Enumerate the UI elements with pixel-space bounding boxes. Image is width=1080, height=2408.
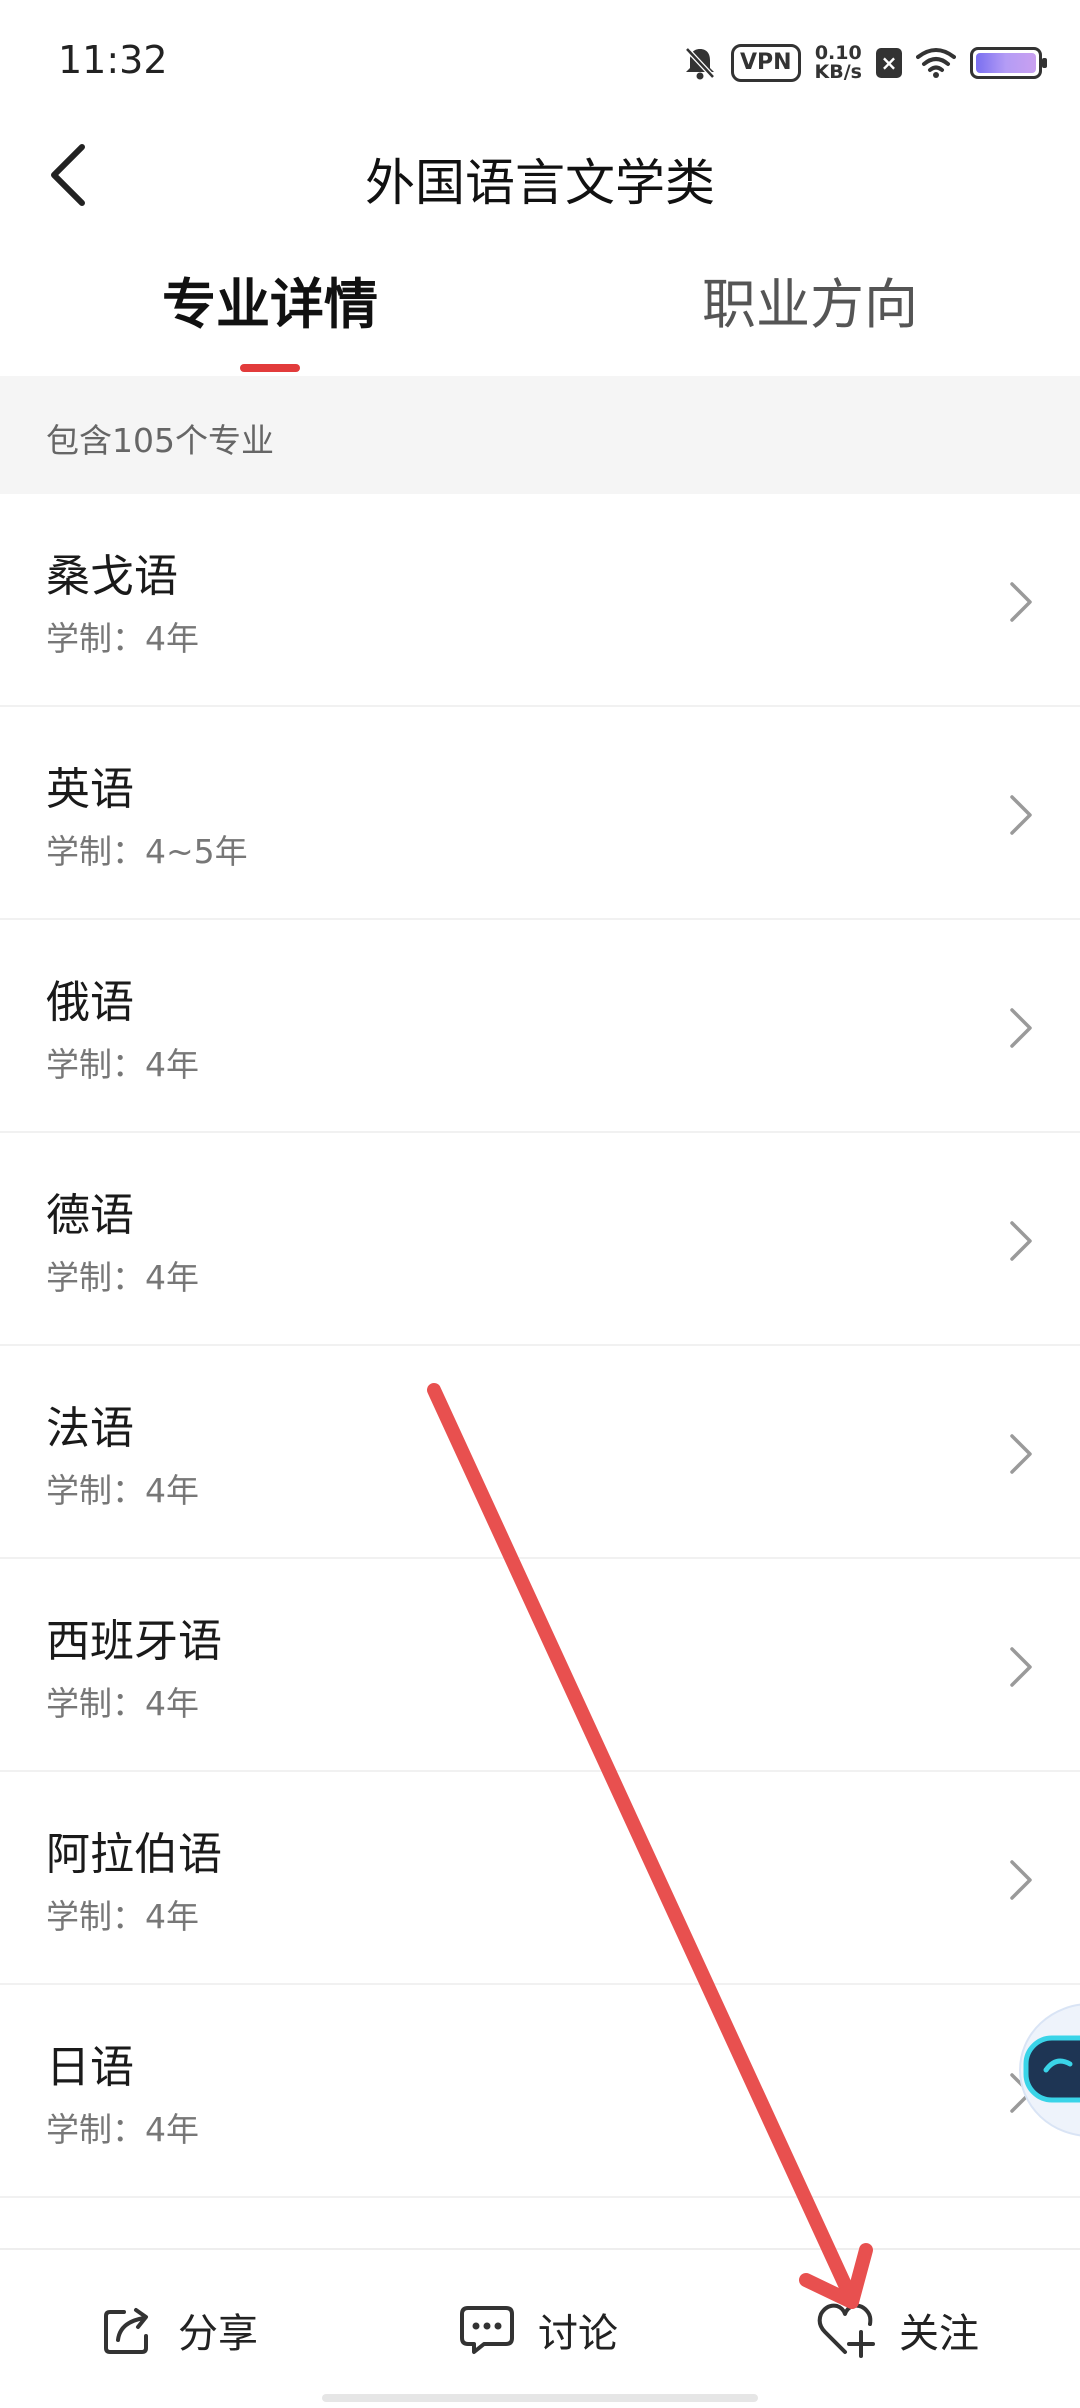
chevron-right-icon — [1010, 1860, 1032, 1900]
chevron-right-icon — [1010, 1221, 1032, 1261]
list-item[interactable]: 阿拉伯语 学制：4年 — [0, 1772, 1080, 1985]
chevron-right-icon — [1010, 795, 1032, 835]
robot-mascot-icon — [1019, 2003, 1080, 2137]
follow-label: 关注 — [899, 2311, 979, 2357]
list-item[interactable]: 法语 学制：4年 — [0, 1346, 1080, 1559]
chevron-right-icon — [1010, 1647, 1032, 1687]
major-name: 日语 — [46, 2042, 134, 2093]
header: 外国语言文学类 — [0, 125, 1080, 225]
major-name: 阿拉伯语 — [46, 1829, 222, 1880]
major-name: 桑戈语 — [46, 551, 178, 602]
assistant-mascot-button[interactable] — [1012, 1990, 1080, 2150]
list-item[interactable]: 英语 学制：4~5年 — [0, 707, 1080, 920]
list-item[interactable]: 日语 学制：4年 — [0, 1985, 1080, 2198]
discuss-button[interactable]: 讨论 — [458, 2300, 618, 2360]
network-speed: 0.10 KB/s — [815, 44, 862, 82]
follow-button[interactable]: 关注 — [815, 2300, 979, 2360]
chat-bubble-icon — [460, 2306, 514, 2354]
major-duration: 学制：4年 — [46, 1471, 199, 1510]
major-duration: 学制：4年 — [46, 619, 199, 658]
list-item[interactable]: 桑戈语 学制：4年 — [0, 494, 1080, 707]
major-duration: 学制：4~5年 — [46, 832, 248, 871]
bottom-action-bar: 分享 讨论 关注 — [0, 2248, 1080, 2408]
major-duration: 学制：4年 — [46, 1684, 199, 1723]
share-icon — [104, 2308, 148, 2354]
major-duration: 学制：4年 — [46, 1258, 199, 1297]
major-list: 桑戈语 学制：4年 英语 学制：4~5年 俄语 学制：4年 德语 学制：4年 法… — [0, 494, 1080, 2198]
major-count-text: 包含105个专业 — [46, 421, 274, 460]
vpn-icon: VPN — [730, 44, 801, 82]
bell-off-icon — [685, 47, 715, 80]
active-tab-indicator — [240, 364, 300, 372]
share-button[interactable]: 分享 — [100, 2300, 258, 2360]
major-duration: 学制：4年 — [46, 1897, 199, 1936]
home-indicator — [322, 2394, 758, 2402]
major-name: 英语 — [46, 764, 134, 815]
tab-career-direction[interactable]: 职业方向 — [650, 260, 970, 375]
network-speed-unit: KB/s — [814, 61, 862, 83]
share-label: 分享 — [178, 2311, 258, 2357]
status-icons: VPN 0.10 KB/s × — [683, 40, 1047, 86]
list-item[interactable]: 德语 学制：4年 — [0, 1133, 1080, 1346]
major-duration: 学制：4年 — [46, 1045, 199, 1084]
status-time: 11:32 — [58, 38, 168, 82]
x-icon: × — [876, 48, 902, 78]
battery-icon — [970, 47, 1047, 79]
wifi-icon — [916, 48, 956, 78]
list-item[interactable]: 俄语 学制：4年 — [0, 920, 1080, 1133]
major-name: 法语 — [46, 1403, 134, 1454]
list-item[interactable]: 西班牙语 学制：4年 — [0, 1559, 1080, 1772]
major-name: 俄语 — [46, 977, 134, 1028]
tab-major-details[interactable]: 专业详情 — [110, 260, 430, 375]
chevron-right-icon — [1010, 1434, 1032, 1474]
discuss-label: 讨论 — [538, 2311, 618, 2357]
major-duration: 学制：4年 — [46, 2110, 199, 2149]
major-name: 德语 — [46, 1190, 134, 1241]
status-bar: 11:32 VPN 0.10 KB/s × — [0, 0, 1080, 125]
page-title: 外国语言文学类 — [365, 154, 715, 212]
tab-bar: 专业详情 职业方向 — [0, 260, 1080, 375]
major-name: 西班牙语 — [46, 1616, 222, 1667]
battery-level — [976, 53, 1036, 73]
chevron-right-icon — [1010, 1008, 1032, 1048]
heart-plus-icon — [817, 2303, 875, 2358]
chevron-right-icon — [1010, 582, 1032, 622]
summary-bar: 包含105个专业 — [0, 376, 1080, 494]
